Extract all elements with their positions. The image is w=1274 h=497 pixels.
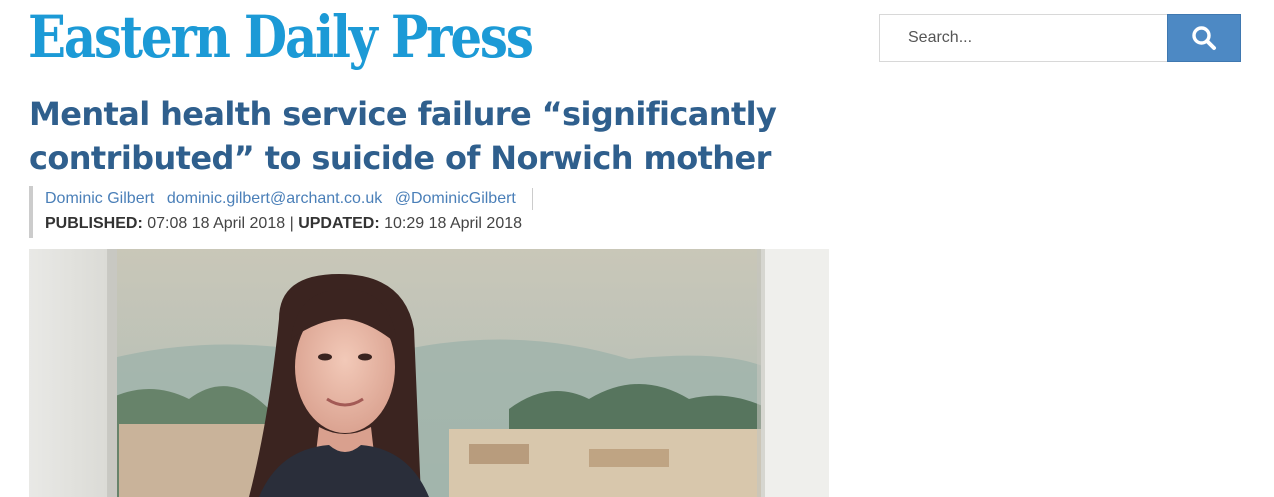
article-dates: PUBLISHED: 07:08 18 April 2018 | UPDATED…: [45, 212, 533, 236]
author-row: Dominic Gilbert dominic.gilbert@archant.…: [45, 186, 534, 212]
search-button[interactable]: [1167, 14, 1241, 62]
search-input[interactable]: [879, 14, 1167, 62]
author-name-link[interactable]: Dominic Gilbert: [45, 190, 154, 207]
photo-image: [29, 249, 829, 497]
page: Eastern Daily Press Mental health servic…: [0, 0, 1274, 497]
article-headline: Mental health service failure “significa…: [29, 95, 777, 177]
byline-divider: [532, 187, 534, 210]
date-separator: |: [289, 215, 294, 232]
site-logo[interactable]: Eastern Daily Press: [28, 0, 534, 74]
author-twitter-link[interactable]: @DominicGilbert: [395, 190, 516, 207]
author-email-link[interactable]: dominic.gilbert@archant.co.uk: [167, 190, 382, 207]
article-photo: [29, 249, 829, 497]
search-icon: [1192, 26, 1216, 50]
updated-time: 10:29 18 April 2018: [384, 215, 523, 232]
published-time: 07:08 18 April 2018: [147, 215, 286, 232]
search-form: [879, 14, 1241, 62]
updated-label: UPDATED:: [298, 215, 380, 232]
byline: Dominic Gilbert dominic.gilbert@archant.…: [29, 186, 534, 238]
published-label: PUBLISHED:: [45, 215, 143, 232]
